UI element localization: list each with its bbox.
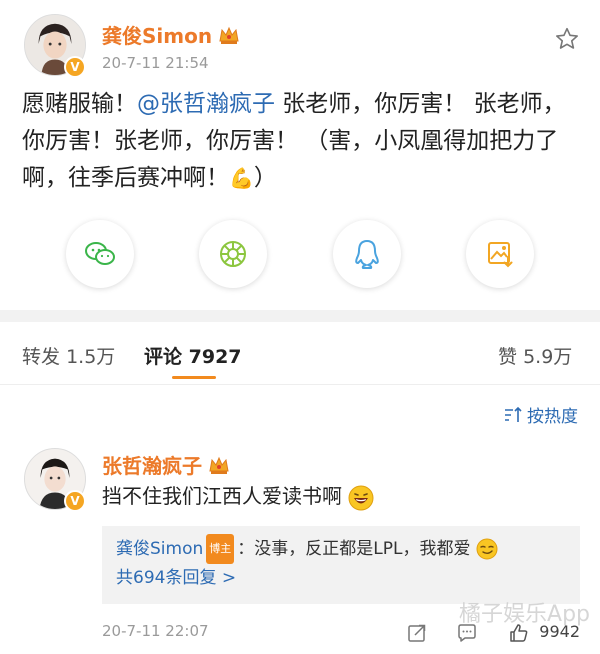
post-text-end: ） <box>253 165 277 191</box>
save-image-button[interactable] <box>466 220 534 288</box>
interaction-tabs: 转发 1.5万 评论 7927 赞 5.9万 <box>0 330 600 384</box>
mention-link[interactable]: @张哲瀚疯子 <box>137 91 275 117</box>
comment-text: 挡不住我们江西人爱读书啊 <box>102 480 374 511</box>
comment-text-body: 挡不住我们江西人爱读书啊 <box>102 484 342 508</box>
tab-comments-label: 评论 <box>144 346 183 368</box>
sort-icon <box>505 406 522 422</box>
tab-likes-count: 5.9万 <box>523 346 573 368</box>
post-author-name[interactable]: 龚俊Simon <box>102 20 240 49</box>
commenter-name-text[interactable]: 张哲瀚疯子 <box>102 450 202 479</box>
active-tab-indicator <box>172 376 216 379</box>
commenter-name[interactable]: 张哲瀚疯子 <box>102 450 230 479</box>
share-moments-button[interactable] <box>199 220 267 288</box>
tab-comments[interactable]: 评论 7927 <box>144 342 242 369</box>
qq-icon <box>355 240 379 269</box>
reply-author-name[interactable]: 龚俊Simon <box>116 539 203 559</box>
tabs-divider <box>0 384 600 385</box>
smirk-emoji-icon <box>476 538 498 560</box>
view-all-replies-link[interactable]: 共694条回复 > <box>116 564 566 592</box>
wechat-icon <box>85 242 115 265</box>
tab-likes[interactable]: 赞 5.9万 <box>498 342 572 369</box>
tab-repost-label: 转发 <box>22 346 61 368</box>
reply-line: 龚俊Simon 博主 ：没事，反正都是LPL，我都爱 <box>116 534 566 564</box>
share-comment-icon[interactable] <box>406 622 428 644</box>
moments-icon <box>220 241 246 267</box>
tab-likes-label: 赞 <box>498 346 518 368</box>
commenter-crown-icon <box>209 456 229 474</box>
sort-by-hot-button[interactable]: 按热度 <box>503 402 578 427</box>
save-image-icon <box>488 242 513 268</box>
flexed-biceps-emoji: 💪 <box>229 166 254 190</box>
laughing-emoji-icon <box>348 485 374 510</box>
member-crown-icon <box>219 26 239 44</box>
post-time: 20-7-11 21:54 <box>102 54 209 72</box>
post-text-before: 愿赌服输！ <box>22 91 137 117</box>
share-wechat-button[interactable] <box>66 220 134 288</box>
tab-repost[interactable]: 转发 1.5万 <box>22 342 115 369</box>
commenter-verified-badge-icon: V <box>64 490 86 512</box>
post-author-name-text[interactable]: 龚俊Simon <box>102 20 212 49</box>
reply-preview-box[interactable]: 龚俊Simon 博主 ：没事，反正都是LPL，我都爱 共694条回复 > <box>102 526 580 604</box>
sort-label: 按热度 <box>527 407 578 427</box>
share-qq-button[interactable] <box>333 220 401 288</box>
tab-comments-count: 7927 <box>188 346 242 368</box>
verified-badge-icon: V <box>64 56 86 78</box>
reply-text: ：没事，反正都是LPL，我都爱 <box>237 539 471 559</box>
share-row <box>0 220 600 290</box>
watermark-text: 橘子娱乐App <box>459 602 590 627</box>
comment-time: 20-7-11 22:07 <box>102 622 209 640</box>
section-divider <box>0 310 600 322</box>
host-badge: 博主 <box>206 534 235 564</box>
tab-repost-count: 1.5万 <box>66 346 116 368</box>
post-body: 愿赌服输！@张哲瀚疯子 张老师，你厉害！ 张老师，你厉害！张老师，你厉害！ （害… <box>22 86 582 197</box>
favorite-star-icon[interactable] <box>554 26 580 52</box>
